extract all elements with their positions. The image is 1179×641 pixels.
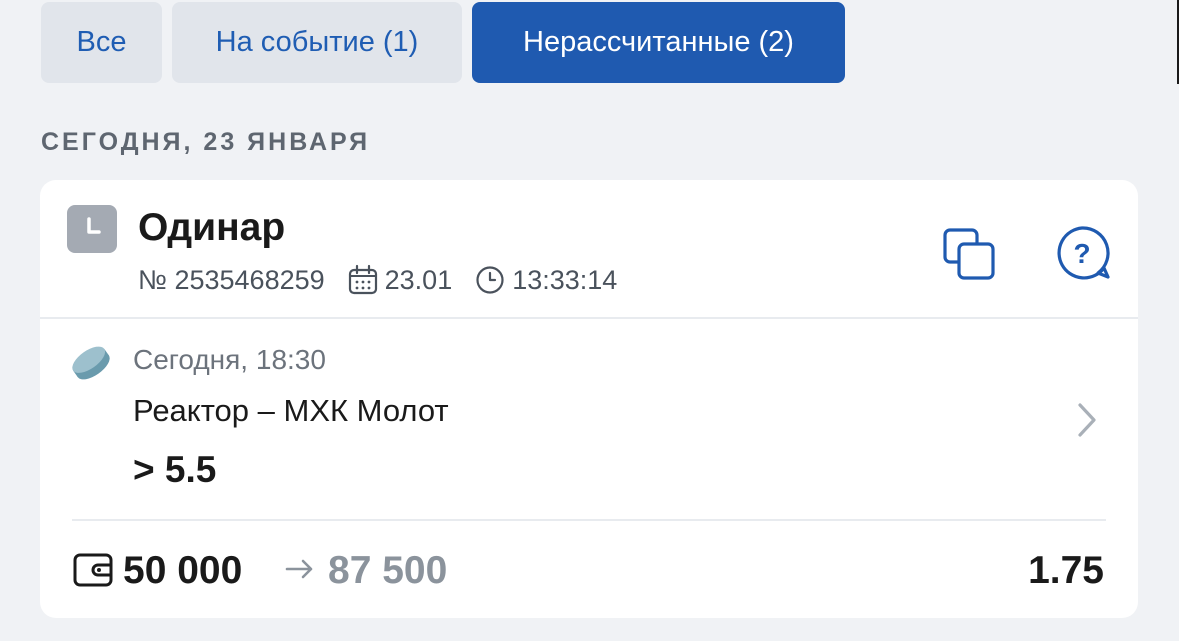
clock-icon: [67, 205, 117, 253]
bet-time: 13:33:14: [512, 264, 618, 295]
bet-date: 23.01: [384, 264, 453, 295]
svg-text:?: ?: [1073, 238, 1090, 269]
tab-all[interactable]: Все: [41, 2, 162, 83]
copy-icon[interactable]: [939, 224, 999, 284]
bet-number: № 2535468259: [138, 264, 325, 295]
bet-type-title: Одинар: [138, 206, 286, 249]
calendar-icon: [347, 264, 379, 296]
bet-card: Одинар № 2535468259 23.01 13:33:14 ? Сег…: [40, 180, 1138, 618]
footer-divider: [72, 519, 1106, 521]
bet-footer: 50 000 87 500 1.75: [70, 545, 1110, 595]
stake-amount: 50 000: [123, 549, 243, 592]
bet-outcome: > 5.5: [133, 449, 217, 490]
tab-unsettled[interactable]: Нерассчитанные (2): [472, 2, 845, 83]
tab-on-event[interactable]: На событие (1): [172, 2, 462, 83]
time-icon: [474, 264, 506, 296]
help-icon[interactable]: ?: [1052, 224, 1112, 284]
chevron-right-icon: [1072, 399, 1102, 441]
date-section-title: СЕГОДНЯ, 23 ЯНВАРЯ: [41, 128, 371, 156]
payout-amount: 87 500: [328, 549, 448, 592]
event-teams: Реактор – МХК Молот: [133, 393, 449, 428]
wallet-icon: [72, 552, 116, 588]
bet-odds: 1.75: [1028, 549, 1104, 592]
event-time: Сегодня, 18:30: [133, 344, 326, 375]
event-row[interactable]: Сегодня, 18:30 Реактор – МХК Молот > 5.5: [40, 319, 1138, 519]
hockey-puck-icon: [69, 341, 113, 385]
arrow-right-icon: [284, 557, 316, 581]
filter-tabs: Все На событие (1) Нерассчитанные (2): [41, 2, 845, 83]
bet-meta: № 2535468259 23.01 13:33:14: [138, 264, 617, 296]
